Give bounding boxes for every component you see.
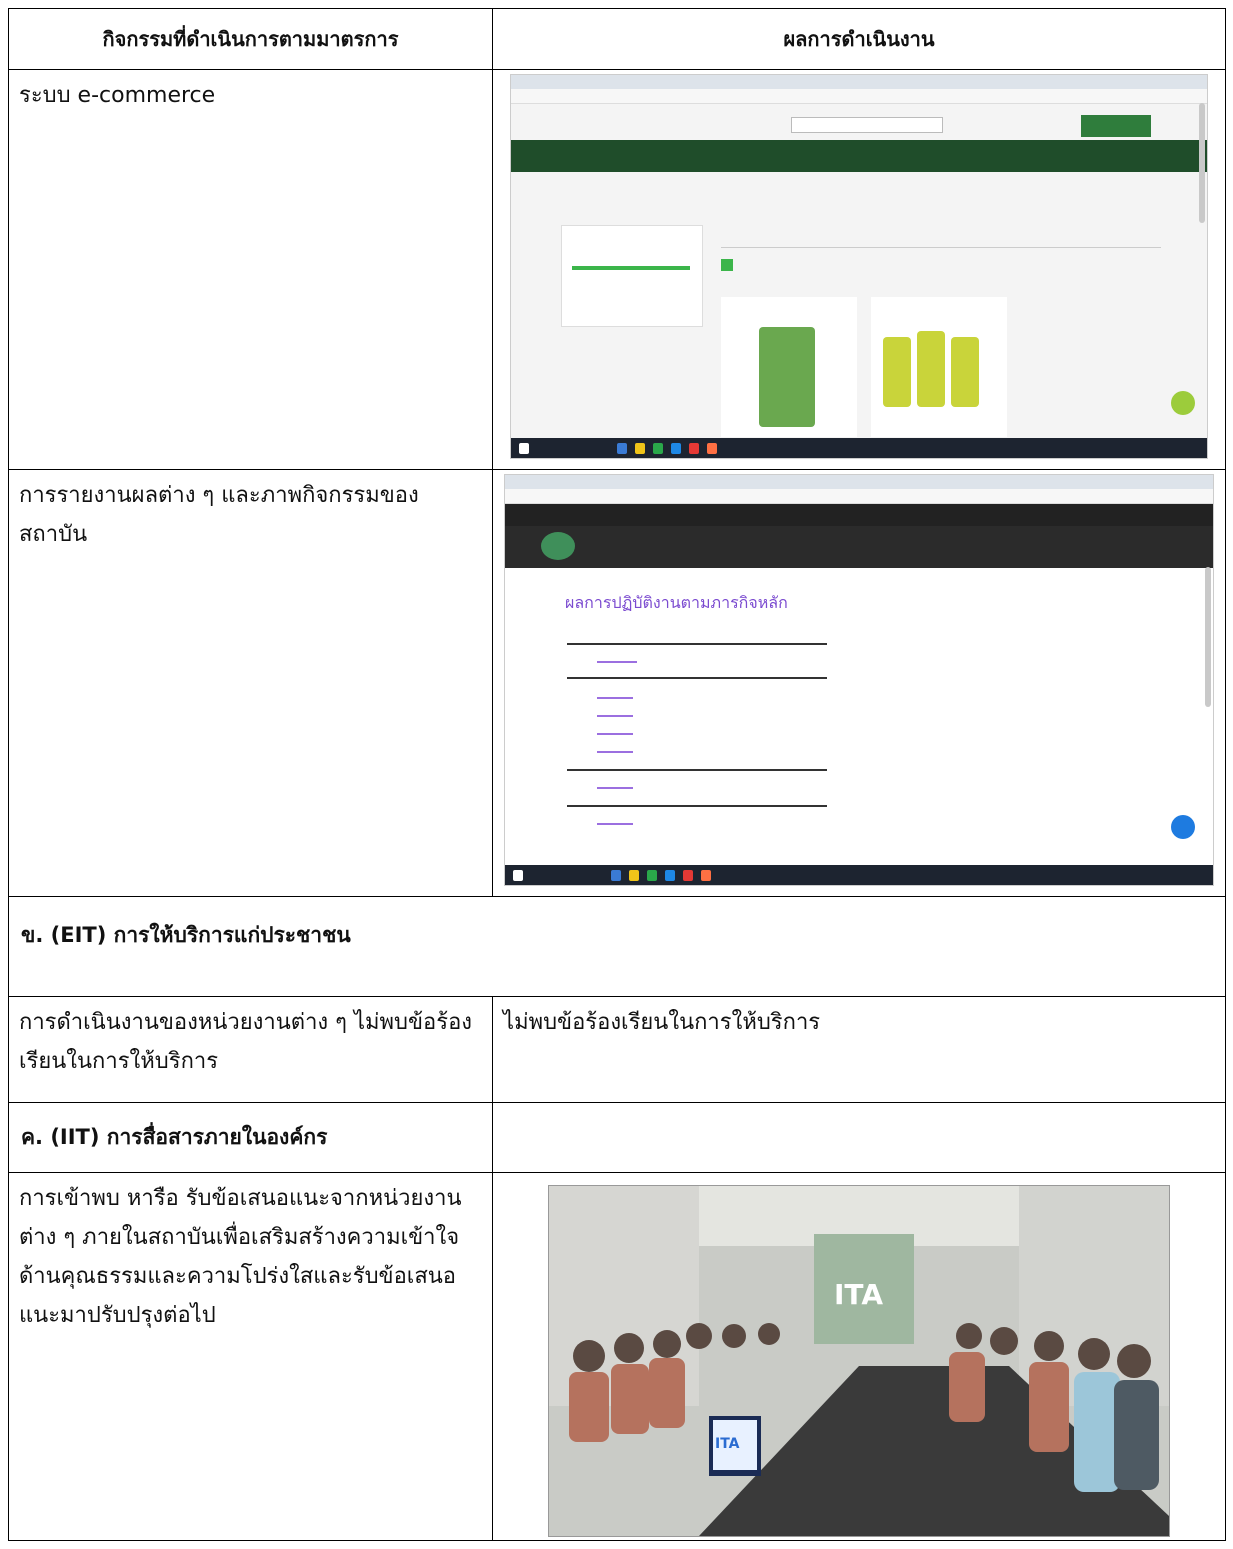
section-row: ข. (EIT) การให้บริการแก่ประชาชน xyxy=(8,896,1226,997)
scrollbar xyxy=(1199,103,1205,223)
scrollbar xyxy=(1205,567,1211,707)
activity-reports: การรายงานผลต่าง ๆ และภาพกิจกรรมของสถาบัน xyxy=(8,469,493,897)
result-complaints: ไม่พบข้อร้องเรียนในการให้บริการ xyxy=(492,996,1226,1103)
product-card xyxy=(721,297,857,437)
header-result: ผลการดำเนินงาน xyxy=(492,8,1226,70)
site-logo xyxy=(541,532,575,560)
table-row: การดำเนินงานของหน่วยงานต่าง ๆ ไม่พบข้อร้… xyxy=(8,996,1226,1103)
screen-ita-text: ITA xyxy=(834,1278,883,1311)
table-row: การรายงานผลต่าง ๆ และภาพกิจกรรมของสถาบัน… xyxy=(8,469,1226,897)
meeting-photo: ITA ITA xyxy=(548,1185,1170,1537)
result-ecommerce-cell xyxy=(492,69,1226,470)
section-b-title: ข. (EIT) การให้บริการแก่ประชาชน xyxy=(8,896,1226,997)
shop-nav-bar xyxy=(511,140,1207,172)
chat-icon xyxy=(1171,391,1195,415)
browser-tab-bar xyxy=(511,75,1207,89)
filter-panel xyxy=(561,225,703,327)
windows-taskbar xyxy=(511,438,1207,458)
header-row: กิจกรรมที่ดำเนินการตามมาตรการ ผลการดำเนิ… xyxy=(8,8,1226,70)
browser-tab-bar xyxy=(505,475,1213,489)
activity-ecommerce: ระบบ e-commerce xyxy=(8,69,493,470)
ecommerce-screenshot xyxy=(510,74,1208,459)
activity-complaints: การดำเนินงานของหน่วยงานต่าง ๆ ไม่พบข้อร้… xyxy=(8,996,493,1103)
chat-icon xyxy=(1171,815,1195,839)
product-card xyxy=(871,297,1007,437)
site-nav-bar xyxy=(505,526,1213,568)
cart-button xyxy=(1081,115,1151,137)
measures-table: กิจกรรมที่ดำเนินการตามมาตรการ ผลการดำเนิ… xyxy=(8,8,1226,1541)
laptop-ita-text: ITA xyxy=(715,1436,740,1452)
activity-meeting: การเข้าพบ หารือ รับข้อเสนอแนะจากหน่วยงาน… xyxy=(8,1172,493,1541)
windows-taskbar xyxy=(505,865,1213,885)
section-c-title: ค. (IIT) การสื่อสารภายในองค์กร xyxy=(8,1102,493,1173)
meeting-photo-illustration: ITA ITA xyxy=(549,1186,1169,1536)
report-heading: ผลการปฏิบัติงานตามภารกิจหลัก xyxy=(565,593,788,612)
section-row: ค. (IIT) การสื่อสารภายในองค์กร xyxy=(8,1102,1226,1173)
table-row: การเข้าพบ หารือ รับข้อเสนอแนะจากหน่วยงาน… xyxy=(8,1172,1226,1541)
header-activity: กิจกรรมที่ดำเนินการตามมาตรการ xyxy=(8,8,493,70)
browser-address-bar xyxy=(505,489,1213,504)
browser-address-bar xyxy=(511,89,1207,104)
shop-search-box xyxy=(791,117,943,133)
table-row: ระบบ e-commerce xyxy=(8,69,1226,470)
result-meeting-cell: ITA ITA xyxy=(492,1172,1226,1541)
reports-screenshot: ผลการปฏิบัติงานตามภารกิจหลัก xyxy=(504,474,1214,886)
result-reports-cell: ผลการปฏิบัติงานตามภารกิจหลัก xyxy=(492,469,1226,897)
